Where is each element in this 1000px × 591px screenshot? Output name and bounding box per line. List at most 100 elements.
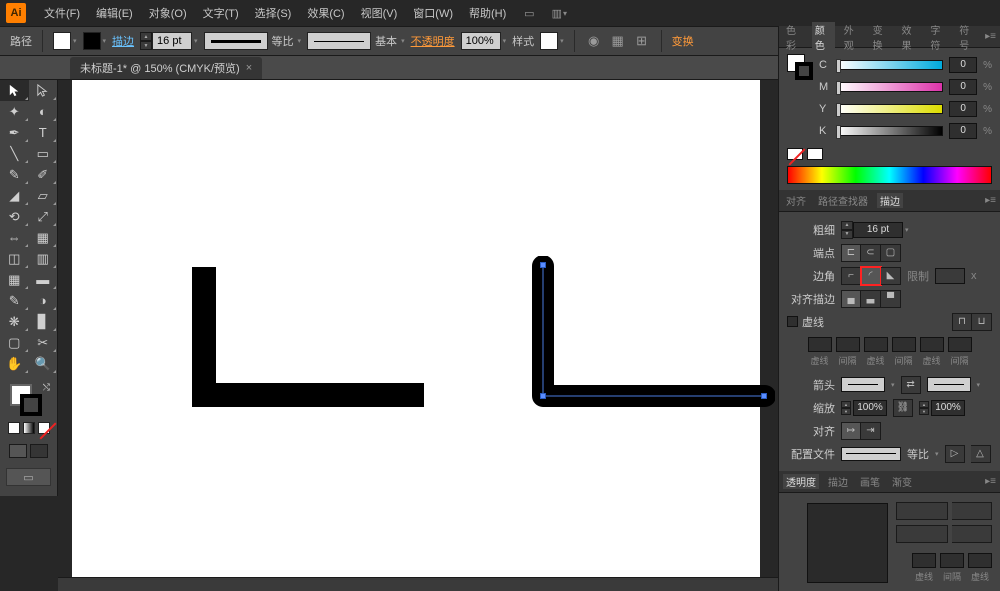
brush-definition-dropdown[interactable]: 基本 ▾ xyxy=(307,32,405,50)
magic-wand-tool[interactable]: ✦ xyxy=(0,101,29,122)
opacity-link[interactable]: 不透明度 xyxy=(411,33,455,49)
color-spectrum[interactable] xyxy=(787,166,992,184)
scale-tool[interactable]: ⤢ xyxy=(29,206,58,227)
panel-menu-icon[interactable]: ▸≡ xyxy=(985,476,996,487)
zoom-tool[interactable]: 🔍 xyxy=(29,353,58,374)
dash-2[interactable] xyxy=(864,337,888,352)
dash-3[interactable] xyxy=(920,337,944,352)
tab-gradient[interactable]: 渐变 xyxy=(889,474,915,489)
gradient-chip[interactable] xyxy=(23,422,35,434)
opacity-input[interactable]: 100% ▾ xyxy=(461,32,507,50)
cap-round-button[interactable]: ⊂ xyxy=(861,244,881,262)
width-tool[interactable]: ⇔ xyxy=(0,227,29,248)
magenta-value[interactable]: 0 xyxy=(949,79,977,95)
arrange-icon[interactable]: ▥▾ xyxy=(548,3,570,23)
flip-along-icon[interactable]: ▷ xyxy=(945,445,965,463)
document-tab[interactable]: 未标题-1* @ 150% (CMYK/预览) × xyxy=(70,57,262,79)
gap-3[interactable] xyxy=(948,337,972,352)
align-outside-button[interactable]: ▀ xyxy=(881,290,901,308)
tab-transparency[interactable]: 透明度 xyxy=(783,474,819,489)
menu-effect[interactable]: 效果(C) xyxy=(299,0,352,26)
menu-file[interactable]: 文件(F) xyxy=(36,0,88,26)
align-center-button[interactable]: ▄ xyxy=(841,290,861,308)
hand-tool[interactable]: ✋ xyxy=(0,353,29,374)
slice-tool[interactable]: ✂ xyxy=(29,332,58,353)
swap-fill-stroke-icon[interactable]: ⤭ xyxy=(43,382,50,393)
tab-symbols[interactable]: 符号 xyxy=(956,22,979,52)
shape-l-round[interactable] xyxy=(527,256,775,411)
magenta-slider[interactable] xyxy=(837,82,943,92)
scale-start[interactable]: ▲▼100% xyxy=(841,400,887,416)
gap-1[interactable] xyxy=(836,337,860,352)
lasso-tool[interactable]: ◐ xyxy=(29,101,58,122)
stroke-swatch[interactable] xyxy=(20,394,42,416)
cap-butt-button[interactable]: ⊏ xyxy=(841,244,861,262)
shape-l-miter[interactable] xyxy=(192,267,424,407)
color-chip[interactable] xyxy=(8,422,20,434)
dash-align-button[interactable]: ⊔ xyxy=(972,313,992,331)
tp-dash-1[interactable] xyxy=(912,553,936,568)
graph-tool[interactable]: ▊ xyxy=(29,311,58,332)
style-dropdown[interactable]: ▾ xyxy=(540,32,564,50)
tab-align[interactable]: 对齐 xyxy=(783,193,809,208)
blend-mode-dropdown[interactable] xyxy=(896,502,948,520)
anchor-point[interactable] xyxy=(761,393,767,399)
none-chip[interactable] xyxy=(38,422,50,434)
swap-arrows-button[interactable]: ⇄ xyxy=(901,376,921,394)
dashed-checkbox[interactable]: 虚线 xyxy=(787,314,824,330)
blob-brush-tool[interactable]: ◢ xyxy=(0,185,29,206)
yellow-value[interactable]: 0 xyxy=(949,101,977,117)
symbol-sprayer-tool[interactable]: ❋ xyxy=(0,311,29,332)
corner-bevel-button[interactable]: ◣ xyxy=(881,267,901,285)
menu-type[interactable]: 文字(T) xyxy=(195,0,247,26)
tab-brushes[interactable]: 描边 xyxy=(825,474,851,489)
none-swatch[interactable] xyxy=(787,148,803,160)
pencil-tool[interactable]: ✐ xyxy=(29,164,58,185)
tab-stroke[interactable]: 描边 xyxy=(877,193,903,208)
paintbrush-tool[interactable]: ✎ xyxy=(0,164,29,185)
pen-tool[interactable]: ✒ xyxy=(0,122,29,143)
type-tool[interactable]: T xyxy=(29,122,58,143)
dash-preserve-button[interactable]: ⊓ xyxy=(952,313,972,331)
corner-miter-button[interactable]: ⌐ xyxy=(841,267,861,285)
width-profile-dropdown[interactable]: 等比 ▾ xyxy=(204,32,302,50)
menu-view[interactable]: 视图(V) xyxy=(353,0,406,26)
tab-character[interactable]: 字符 xyxy=(927,22,950,52)
tab-color-guide[interactable]: 色彩 xyxy=(783,22,806,52)
tab-color[interactable]: 颜色 xyxy=(812,22,835,52)
stroke-width-value[interactable]: 16 pt xyxy=(152,32,192,50)
arrow-align-extend[interactable]: ↦ xyxy=(841,422,861,440)
shape-builder-tool[interactable]: ◫ xyxy=(0,248,29,269)
stroke-width-input[interactable]: ▲▼ 16 pt ▾ xyxy=(140,32,198,50)
horizontal-scrollbar[interactable] xyxy=(58,577,778,591)
arrow-align-tip[interactable]: ⇥ xyxy=(861,422,881,440)
black-value[interactable]: 0 xyxy=(949,123,977,139)
black-slider[interactable] xyxy=(837,126,943,136)
menu-select[interactable]: 选择(S) xyxy=(247,0,300,26)
menu-help[interactable]: 帮助(H) xyxy=(461,0,514,26)
arrow-end-dropdown[interactable] xyxy=(927,377,971,392)
panel-menu-icon[interactable]: ▸≡ xyxy=(985,195,996,206)
yellow-slider[interactable] xyxy=(837,104,943,114)
dash-1[interactable] xyxy=(808,337,832,352)
transform-link[interactable]: 变换 xyxy=(672,33,694,49)
tp-gap-1[interactable] xyxy=(940,553,964,568)
screen-mode-normal[interactable] xyxy=(9,444,27,458)
align-inside-button[interactable]: ▃ xyxy=(861,290,881,308)
corner-round-button[interactable]: ◜ xyxy=(861,267,881,285)
link-scale-icon[interactable]: ⛓ xyxy=(893,399,913,417)
opacity-field[interactable] xyxy=(952,502,992,520)
selection-tool[interactable] xyxy=(0,80,29,101)
close-icon[interactable]: × xyxy=(246,62,252,74)
tab-transform[interactable]: 变换 xyxy=(870,22,893,52)
panel-menu-icon[interactable]: ▸≡ xyxy=(985,31,996,42)
screen-mode-full[interactable] xyxy=(30,444,48,458)
direct-selection-tool[interactable] xyxy=(29,80,58,101)
eyedropper-tool[interactable]: ✎ xyxy=(0,290,29,311)
tab-appearance[interactable]: 外观 xyxy=(841,22,864,52)
stroke-panel-link[interactable]: 描边 xyxy=(112,33,134,49)
white-swatch[interactable] xyxy=(807,148,823,160)
tp-dash-2[interactable] xyxy=(968,553,992,568)
menu-edit[interactable]: 编辑(E) xyxy=(88,0,141,26)
menu-window[interactable]: 窗口(W) xyxy=(405,0,461,26)
